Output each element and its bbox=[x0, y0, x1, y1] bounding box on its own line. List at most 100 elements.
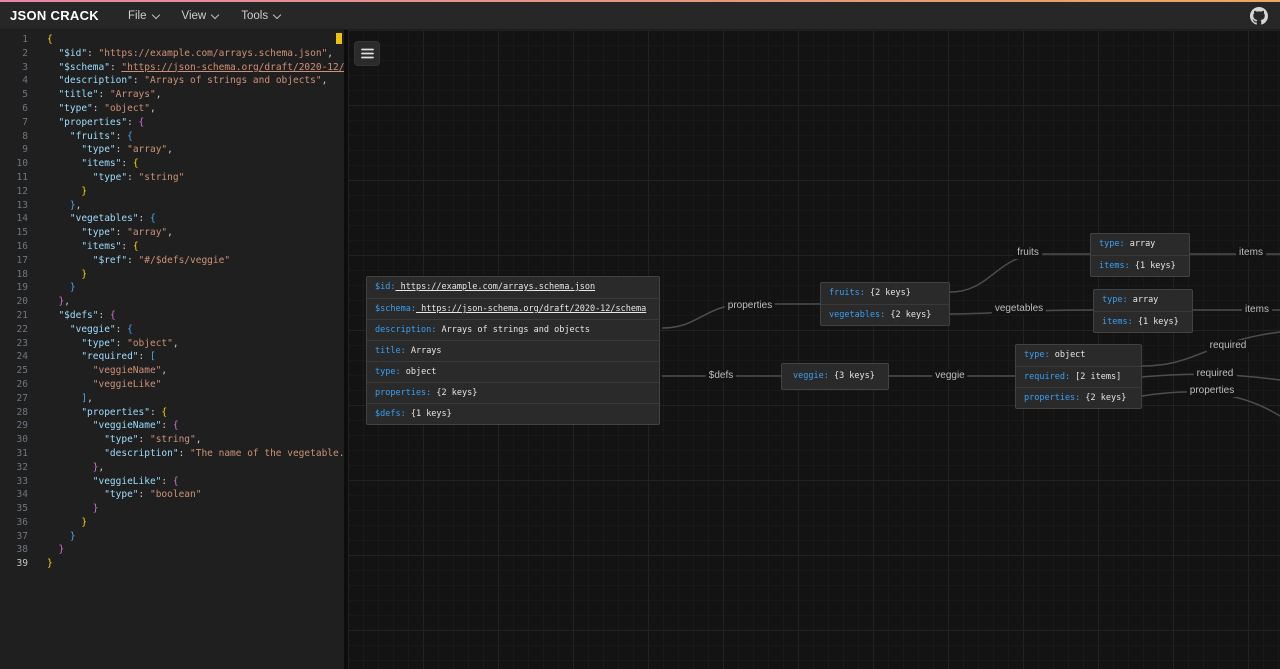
node-row[interactable]: fruits: {2 keys} bbox=[821, 283, 949, 304]
graph-node-veggie[interactable]: veggie: {3 keys} bbox=[781, 363, 889, 390]
node-value: object bbox=[1050, 350, 1086, 360]
menu-tools-label: Tools bbox=[241, 10, 268, 22]
editor-line[interactable]: 18 } bbox=[0, 268, 344, 282]
node-value: {2 keys} bbox=[865, 288, 911, 298]
menu-file[interactable]: File bbox=[119, 6, 169, 26]
graph-node-properties[interactable]: fruits: {2 keys}vegetables: {2 keys} bbox=[820, 282, 950, 326]
line-number: 21 bbox=[0, 309, 28, 323]
editor-line[interactable]: 1{ bbox=[0, 33, 344, 47]
node-key: properties: bbox=[375, 388, 431, 398]
line-number: 39 bbox=[0, 557, 28, 571]
editor-line[interactable]: 33 "veggieLike": { bbox=[0, 475, 344, 489]
json-editor[interactable]: 1{2 "$id": "https://example.com/arrays.s… bbox=[0, 30, 344, 669]
editor-line[interactable]: 24 "required": [ bbox=[0, 350, 344, 364]
editor-line[interactable]: 6 "type": "object", bbox=[0, 102, 344, 116]
line-number: 8 bbox=[0, 130, 28, 144]
node-row[interactable]: title: Arrays bbox=[367, 340, 659, 361]
topbar: JSON CRACK File View Tools bbox=[0, 2, 1280, 30]
editor-line[interactable]: 38 } bbox=[0, 543, 344, 557]
editor-line[interactable]: 4 "description": "Arrays of strings and … bbox=[0, 74, 344, 88]
editor-line[interactable]: 21 "$defs": { bbox=[0, 309, 344, 323]
editor-line[interactable]: 17 "$ref": "#/$defs/veggie" bbox=[0, 254, 344, 268]
editor-lines: 1{2 "$id": "https://example.com/arrays.s… bbox=[0, 33, 344, 571]
editor-line[interactable]: 36 } bbox=[0, 516, 344, 530]
editor-line[interactable]: 39} bbox=[0, 557, 344, 571]
graph-node-vegetables-items[interactable]: type: arrayitems: {1 keys} bbox=[1093, 289, 1193, 333]
editor-line[interactable]: 27 ], bbox=[0, 392, 344, 406]
line-number: 24 bbox=[0, 350, 28, 364]
app-logo[interactable]: JSON CRACK bbox=[10, 8, 99, 23]
node-row[interactable]: items: {1 keys} bbox=[1094, 311, 1192, 332]
editor-line[interactable]: 25 "veggieName", bbox=[0, 364, 344, 378]
editor-line[interactable]: 11 "type": "string" bbox=[0, 171, 344, 185]
node-value: {2 keys} bbox=[431, 388, 477, 398]
line-number: 11 bbox=[0, 171, 28, 185]
editor-line[interactable]: 3 "$schema": "https://json-schema.org/dr… bbox=[0, 61, 344, 75]
editor-line[interactable]: 14 "vegetables": { bbox=[0, 212, 344, 226]
editor-line[interactable]: 12 } bbox=[0, 185, 344, 199]
editor-line[interactable]: 5 "title": "Arrays", bbox=[0, 88, 344, 102]
line-number: 5 bbox=[0, 88, 28, 102]
graph-menu-button[interactable] bbox=[354, 41, 380, 66]
node-key: items: bbox=[1102, 317, 1133, 327]
graph-node-fruits-items[interactable]: type: arrayitems: {1 keys} bbox=[1090, 233, 1190, 277]
editor-line[interactable]: 20 }, bbox=[0, 295, 344, 309]
line-number: 7 bbox=[0, 116, 28, 130]
node-row[interactable]: type: object bbox=[367, 361, 659, 382]
node-row[interactable]: items: {1 keys} bbox=[1091, 255, 1189, 276]
node-row[interactable]: $defs: {1 keys} bbox=[367, 403, 659, 424]
editor-line[interactable]: 30 "type": "string", bbox=[0, 433, 344, 447]
editor-line[interactable]: 8 "fruits": { bbox=[0, 130, 344, 144]
editor-line[interactable]: 37 } bbox=[0, 530, 344, 544]
node-value: Arrays bbox=[406, 346, 442, 356]
app-root: JSON CRACK File View Tools 1{2 "$id": "h… bbox=[0, 0, 1280, 669]
line-number: 18 bbox=[0, 268, 28, 282]
line-number: 16 bbox=[0, 240, 28, 254]
node-row[interactable]: required: [2 items] bbox=[1016, 366, 1141, 387]
graph-canvas[interactable]: properties$defsfruitsvegetablesitemsitem… bbox=[348, 30, 1280, 669]
node-key: properties: bbox=[1024, 393, 1080, 403]
node-row[interactable]: type: array bbox=[1091, 234, 1189, 255]
editor-line[interactable]: 9 "type": "array", bbox=[0, 143, 344, 157]
editor-line[interactable]: 15 "type": "array", bbox=[0, 226, 344, 240]
chevron-down-icon bbox=[152, 11, 160, 19]
node-key: type: bbox=[375, 367, 401, 377]
editor-line[interactable]: 16 "items": { bbox=[0, 240, 344, 254]
node-row[interactable]: properties: {2 keys} bbox=[367, 382, 659, 403]
editor-line[interactable]: 10 "items": { bbox=[0, 157, 344, 171]
line-number: 34 bbox=[0, 488, 28, 502]
node-value: https://example.com/arrays.schema.json bbox=[395, 282, 595, 292]
github-icon[interactable] bbox=[1250, 7, 1268, 25]
line-number: 27 bbox=[0, 392, 28, 406]
node-row[interactable]: description: Arrays of strings and objec… bbox=[367, 319, 659, 340]
graph-node-root[interactable]: $id: https://example.com/arrays.schema.j… bbox=[366, 276, 660, 425]
editor-line[interactable]: 28 "properties": { bbox=[0, 406, 344, 420]
editor-line[interactable]: 19 } bbox=[0, 281, 344, 295]
editor-line[interactable]: 32 }, bbox=[0, 461, 344, 475]
editor-line[interactable]: 2 "$id": "https://example.com/arrays.sch… bbox=[0, 47, 344, 61]
editor-line[interactable]: 29 "veggieName": { bbox=[0, 419, 344, 433]
edge-label: veggie bbox=[932, 370, 967, 382]
editor-line[interactable]: 31 "description": "The name of the veget… bbox=[0, 447, 344, 461]
editor-line[interactable]: 26 "veggieLike" bbox=[0, 378, 344, 392]
node-row[interactable]: $id: https://example.com/arrays.schema.j… bbox=[367, 277, 659, 298]
edge-label: items bbox=[1242, 304, 1272, 316]
editor-line[interactable]: 35 } bbox=[0, 502, 344, 516]
edge-label: required bbox=[1194, 368, 1237, 380]
editor-line[interactable]: 34 "type": "boolean" bbox=[0, 488, 344, 502]
graph-node-veggie-object[interactable]: type: objectrequired: [2 items]propertie… bbox=[1015, 344, 1142, 409]
node-row[interactable]: vegetables: {2 keys} bbox=[821, 304, 949, 325]
editor-line[interactable]: 7 "properties": { bbox=[0, 116, 344, 130]
node-row[interactable]: properties: {2 keys} bbox=[1016, 387, 1141, 408]
menu-tools[interactable]: Tools bbox=[232, 6, 290, 26]
editor-line[interactable]: 13 }, bbox=[0, 199, 344, 213]
menu-view[interactable]: View bbox=[173, 6, 229, 26]
editor-line[interactable]: 23 "type": "object", bbox=[0, 337, 344, 351]
editor-line[interactable]: 22 "veggie": { bbox=[0, 323, 344, 337]
node-row[interactable]: type: object bbox=[1016, 345, 1141, 366]
node-value: {2 keys} bbox=[1080, 393, 1126, 403]
node-row[interactable]: veggie: {3 keys} bbox=[782, 364, 888, 389]
node-row[interactable]: $schema: https://json-schema.org/draft/2… bbox=[367, 298, 659, 319]
node-key: veggie: bbox=[793, 371, 829, 381]
node-row[interactable]: type: array bbox=[1094, 290, 1192, 311]
